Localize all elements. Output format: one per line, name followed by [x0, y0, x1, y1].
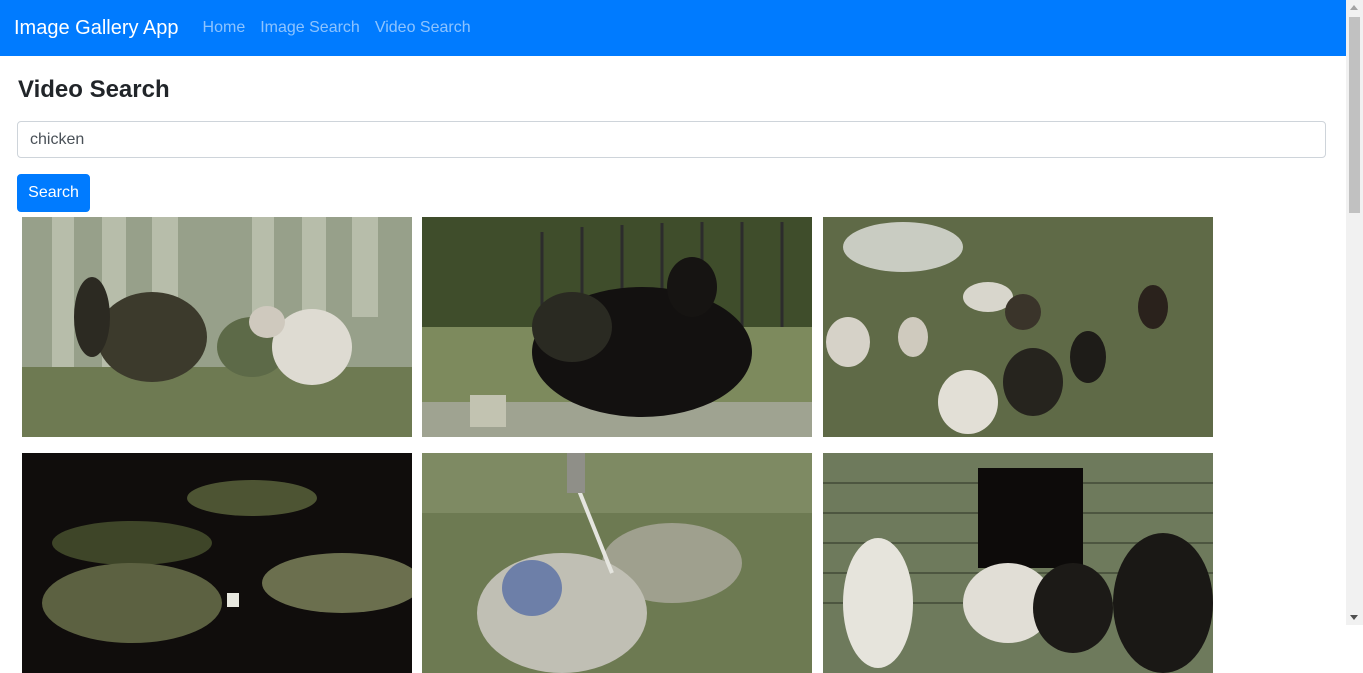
dark-hen-on-patio-thumbnail	[422, 217, 812, 437]
scroll-up-arrow-icon[interactable]	[1350, 5, 1358, 10]
top-navbar: Image Gallery App Home Image Search Vide…	[0, 0, 1346, 56]
hand-cutting-raw-chicken-thumbnail	[422, 453, 812, 673]
scrollbar-thumb[interactable]	[1349, 17, 1360, 213]
video-result-4[interactable]	[22, 453, 412, 673]
nav-link-home[interactable]: Home	[203, 19, 246, 37]
video-search-input[interactable]	[17, 121, 1326, 158]
nav-link-video-search[interactable]: Video Search	[375, 19, 471, 37]
chickens-by-brick-coop-thumbnail	[823, 453, 1213, 673]
video-results-grid	[0, 0, 1346, 673]
nav-link-image-search[interactable]: Image Search	[260, 19, 360, 37]
video-result-2[interactable]	[422, 217, 812, 437]
search-button[interactable]: Search	[17, 174, 90, 212]
video-result-5[interactable]	[422, 453, 812, 673]
goat-and-chickens-on-grass-thumbnail	[823, 217, 1213, 437]
video-result-6[interactable]	[823, 453, 1213, 673]
video-result-1[interactable]	[22, 217, 412, 437]
video-result-3[interactable]	[823, 217, 1213, 437]
page-title: Video Search	[18, 76, 170, 103]
scroll-down-arrow-icon[interactable]	[1350, 615, 1358, 620]
page-scrollbar[interactable]	[1346, 0, 1363, 625]
navbar-brand[interactable]: Image Gallery App	[14, 17, 179, 40]
rooster-and-hens-by-wooden-fence-thumbnail	[22, 217, 412, 437]
chicken-pieces-grilling-thumbnail	[22, 453, 412, 673]
